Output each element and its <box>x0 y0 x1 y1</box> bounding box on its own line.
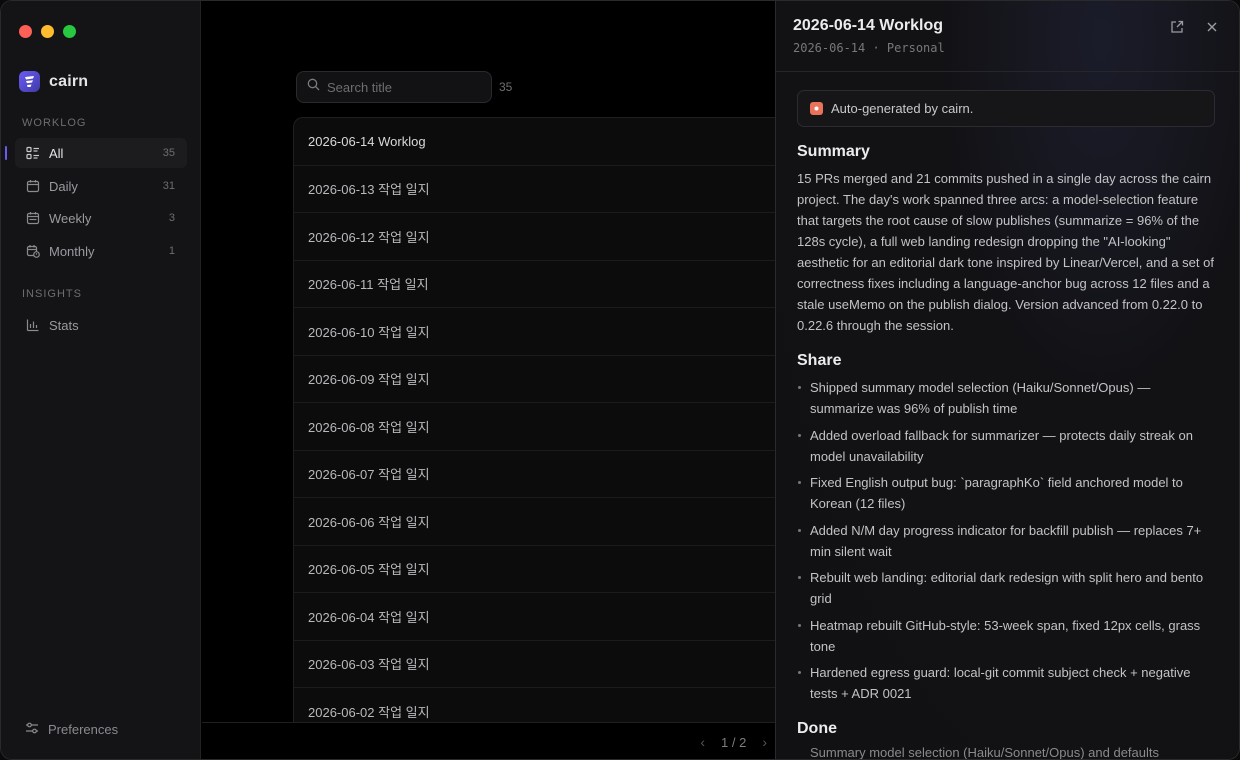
sidebar: cairn WORKLOG All 35 Daily 31 Weekly 3 M… <box>1 1 201 759</box>
list-item[interactable]: 2026-06-03 작업 일지 <box>294 641 775 688</box>
sidebar-item-count: 31 <box>162 180 175 192</box>
detail-content: Summary 15 PRs merged and 21 commits pus… <box>797 143 1217 760</box>
list-item: Shipped summary model selection (Haiku/S… <box>797 377 1217 419</box>
search-input[interactable] <box>327 79 477 95</box>
cairn-logo-icon <box>19 71 40 92</box>
sidebar-item-label: Weekly <box>49 210 92 226</box>
list-item[interactable]: 2026-06-10 작업 일지 <box>294 308 775 356</box>
sidebar-item-label: All <box>49 145 64 161</box>
list-item[interactable]: 2026-06-11 작업 일지 <box>294 261 775 308</box>
sidebar-item-label: Daily <box>49 178 78 194</box>
worklog-list-pane: 35 2026-06-14 Worklog 2026-06-13 작업 일지 2… <box>202 1 775 759</box>
search-icon <box>307 78 320 96</box>
sidebar-item-monthly[interactable]: Monthly 1 <box>15 236 187 266</box>
sidebar-item-label: Monthly <box>49 243 95 259</box>
close-window-button[interactable] <box>19 25 32 38</box>
app-name: cairn <box>49 72 89 90</box>
list-item: Fixed English output bug: `paragraphKo` … <box>797 472 1217 514</box>
detail-title: 2026-06-14 Worklog <box>793 17 943 34</box>
done-first-item: Summary model selection (Haiku/Sonnet/Op… <box>810 745 1160 760</box>
sidebar-item-daily[interactable]: Daily 31 <box>15 171 187 201</box>
active-indicator <box>5 146 7 160</box>
detail-subtitle: 2026-06-14 · Personal <box>793 41 945 55</box>
sidebar-item-count: 3 <box>168 212 175 224</box>
list-item: Added N/M day progress indicator for bac… <box>797 520 1217 562</box>
sidebar-item-count: 35 <box>162 147 175 159</box>
list-item[interactable]: 2026-06-06 작업 일지 <box>294 498 775 546</box>
search-box <box>296 71 492 103</box>
list-item[interactable]: 2026-06-07 작업 일지 <box>294 451 775 498</box>
list-item: Rebuilt web landing: editorial dark rede… <box>797 567 1217 609</box>
sparkle-icon <box>810 102 823 115</box>
pagination: ‹ 1 / 2 › <box>700 734 767 750</box>
maximize-window-button[interactable] <box>63 25 76 38</box>
detail-header: 2026-06-14 Worklog 2026-06-14 · Personal <box>776 1 1239 72</box>
auto-generated-notice: Auto-generated by cairn. <box>797 90 1215 127</box>
list-item[interactable]: 2026-06-02 작업 일지 <box>294 688 775 722</box>
worklog-detail-panel: 2026-06-14 Worklog 2026-06-14 · Personal… <box>775 1 1239 760</box>
preferences-label: Preferences <box>48 722 119 737</box>
result-count: 35 <box>499 80 513 94</box>
chevron-right-icon[interactable]: › <box>762 734 767 750</box>
notice-text: Auto-generated by cairn. <box>831 101 974 116</box>
list-item[interactable]: 2026-06-08 작업 일지 <box>294 403 775 451</box>
list-item: Hardened egress guard: local-git commit … <box>797 662 1217 704</box>
sliders-icon <box>25 721 39 738</box>
window-controls <box>19 25 76 38</box>
list-icon <box>25 145 41 161</box>
list-item[interactable]: 2026-06-04 작업 일지 <box>294 593 775 641</box>
list-item[interactable]: 2026-06-05 작업 일지 <box>294 546 775 593</box>
chevron-left-icon[interactable]: ‹ <box>700 734 705 750</box>
list-item[interactable]: 2026-06-14 Worklog <box>294 118 775 166</box>
summary-heading: Summary <box>797 143 870 160</box>
sidebar-item-weekly[interactable]: Weekly 3 <box>15 203 187 233</box>
calendar-icon <box>25 178 41 194</box>
sidebar-item-stats[interactable]: Stats <box>15 310 187 340</box>
open-external-icon[interactable] <box>1168 18 1186 36</box>
list-footer: ‹ 1 / 2 › <box>202 722 775 759</box>
sidebar-item-count: 1 <box>168 245 175 257</box>
worklog-list: 2026-06-14 Worklog 2026-06-13 작업 일지 2026… <box>293 117 775 723</box>
bar-chart-icon <box>25 317 41 333</box>
brand: cairn <box>19 71 88 92</box>
sidebar-item-label: Stats <box>49 317 79 333</box>
sidebar-item-all[interactable]: All 35 <box>15 138 187 168</box>
app-window: cairn WORKLOG All 35 Daily 31 Weekly 3 M… <box>0 0 1240 760</box>
list-item[interactable]: 2026-06-09 작업 일지 <box>294 356 775 403</box>
preferences-button[interactable]: Preferences <box>25 721 118 738</box>
list-item: Added overload fallback for summarizer —… <box>797 425 1217 467</box>
calendar-week-icon <box>25 210 41 226</box>
minimize-window-button[interactable] <box>41 25 54 38</box>
done-heading: Done <box>797 720 837 737</box>
list-item[interactable]: 2026-06-12 작업 일지 <box>294 213 775 261</box>
section-label-worklog: WORKLOG <box>22 117 87 129</box>
share-heading: Share <box>797 352 842 369</box>
list-item: Heatmap rebuilt GitHub-style: 53-week sp… <box>797 615 1217 657</box>
list-item[interactable]: 2026-06-13 작업 일지 <box>294 166 775 213</box>
section-label-insights: INSIGHTS <box>22 288 82 300</box>
summary-text: 15 PRs merged and 21 commits pushed in a… <box>797 171 1214 333</box>
calendar-clock-icon <box>25 243 41 259</box>
share-list: Shipped summary model selection (Haiku/S… <box>797 377 1217 704</box>
close-icon[interactable] <box>1203 18 1221 36</box>
page-indicator: 1 / 2 <box>721 734 747 750</box>
